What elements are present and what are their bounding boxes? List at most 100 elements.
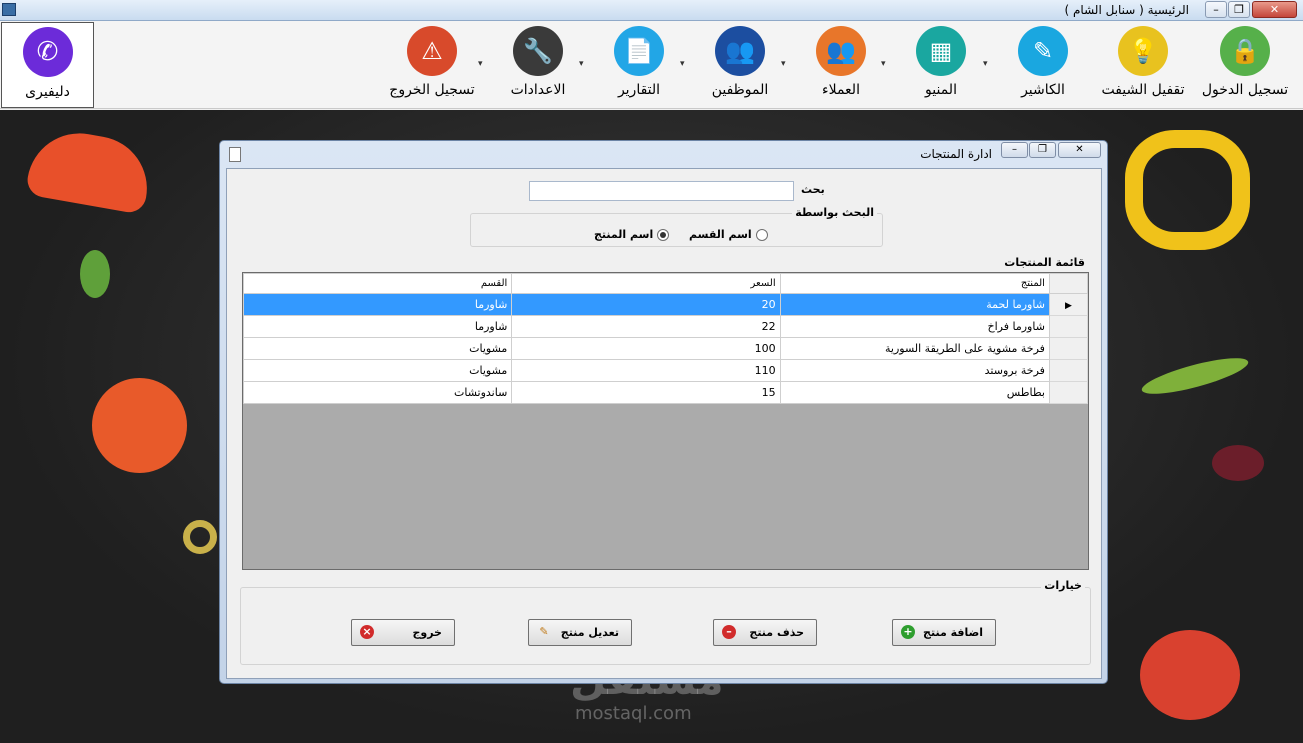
current-row-icon: ▶ [1065,301,1072,311]
ribbon-item-6[interactable]: 📄 التقارير [589,24,689,104]
table-row[interactable]: ساندوتشات 15 بطاطس [242,381,1089,404]
tomato-slice-decoration [24,125,156,215]
olive-decoration [1212,445,1264,481]
dialog-title: ادارة المنتجات [920,147,992,161]
add-product-label: اضافة منتج [923,626,983,639]
cell-category[interactable]: مشويات [242,359,513,382]
cell-price[interactable]: 100 [511,337,781,360]
ribbon-item-label: تسجيل الدخول [1201,82,1289,98]
row-header[interactable] [1048,381,1089,404]
ribbon-item-label: الكاشير [1021,82,1065,98]
olive-ring-decoration [183,520,217,554]
radio-category-label: اسم القسم [689,228,752,241]
cashier-icon: ✎ [1018,26,1068,76]
cell-product[interactable]: فرخة بروستد [779,359,1050,382]
delivery-button[interactable]: ✆ دليفيرى [1,22,94,108]
plus-icon: + [901,625,915,639]
document-icon [229,147,241,162]
products-grid[interactable]: القسم السعر المنتج شاورما 20 شاورما لحمة ▶ ش… [242,272,1089,570]
ribbon-item-7[interactable]: 🔧 الاعدادات [488,24,588,104]
ribbon-item-label: الاعدادات [510,82,566,98]
cell-category[interactable]: شاورما [242,293,513,316]
warning-icon: ⚠ [407,26,457,76]
row-header-corner [1048,273,1089,294]
window-title: الرئيسية ( سنابل الشام ) [1064,3,1190,17]
delete-product-button[interactable]: – حذف منتج [713,619,817,646]
ribbon-item-label: الموظفين [711,82,769,98]
cell-product[interactable]: فرخة مشوية على الطريقة السورية [779,337,1050,360]
pepper-ring-decoration [1125,130,1250,250]
row-header[interactable] [1048,337,1089,360]
products-dialog: ادارة المنتجات – ❐ ✕ بحث البحث بواسطة اس… [219,140,1108,684]
cell-price[interactable]: 15 [511,381,781,404]
exit-button[interactable]: × خروج [351,619,455,646]
main-toolbar: 🔒 تسجيل الدخول 💡 تقفيل الشيفت ✎ الكاشير ▾ ▦ المن… [0,21,1303,109]
ribbon-item-8[interactable]: ⚠ تسجيل الخروج [382,24,482,104]
grid-icon: ▦ [916,26,966,76]
minimize-button[interactable]: – [1205,1,1227,18]
maximize-button[interactable]: ❐ [1228,1,1250,18]
employees-icon: 👥 [715,26,765,76]
close-button[interactable]: ✕ [1252,1,1297,18]
cell-product[interactable]: شاورما فراخ [779,315,1050,338]
search-label: بحث [801,183,825,196]
ribbon-item-2[interactable]: ✎ الكاشير [993,24,1093,104]
app-icon [2,3,16,16]
options-title: خيارات [1041,579,1085,592]
ribbon-item-0[interactable]: 🔒 تسجيل الدخول [1195,24,1295,104]
salami-decoration [1140,630,1240,720]
row-header[interactable] [1048,315,1089,338]
close-circle-icon: × [360,625,374,639]
table-row[interactable]: شاورما 22 شاورما فراخ [242,315,1089,338]
cell-product[interactable]: شاورما لحمة [779,293,1050,316]
edit-product-button[interactable]: ✎ تعديل منتج [528,619,632,646]
ribbon-item-label: المنيو [925,82,957,98]
cell-category[interactable]: ساندوتشات [242,381,513,404]
ribbon-item-4[interactable]: 👥 العملاء [791,24,891,104]
cell-price[interactable]: 20 [511,293,781,316]
search-by-title: البحث بواسطة [792,206,877,219]
row-header[interactable]: ▶ [1048,293,1089,316]
radio-product[interactable]: اسم المنتج [594,228,670,241]
row-header[interactable] [1048,359,1089,382]
radio-category[interactable]: اسم القسم [689,228,768,241]
cell-category[interactable]: شاورما [242,315,513,338]
table-row[interactable]: مشويات 100 فرخة مشوية على الطريقة السورية [242,337,1089,360]
ribbon-item-3[interactable]: ▦ المنيو [891,24,991,104]
add-product-button[interactable]: + اضافة منتج [892,619,996,646]
minus-icon: – [722,625,736,639]
cell-category[interactable]: مشويات [242,337,513,360]
ribbon-item-5[interactable]: 👥 الموظفين [690,24,790,104]
ribbon-item-label: تسجيل الخروج [389,82,475,98]
delete-product-label: حذف منتج [749,626,804,639]
table-row[interactable]: مشويات 110 فرخة بروستد [242,359,1089,382]
pencil-icon: ✎ [539,625,549,638]
radio-product-dot[interactable] [657,228,670,241]
basil-decoration [80,250,110,298]
column-header-product[interactable]: المنتج [779,273,1050,294]
delivery-label: دليفيرى [25,84,70,100]
grid-header-row: القسم السعر المنتج [242,273,1089,294]
dialog-maximize-button[interactable]: ❐ [1029,142,1056,158]
radio-product-label: اسم المنتج [594,228,654,241]
ribbon-item-1[interactable]: 💡 تقفيل الشيفت [1093,24,1193,104]
radio-category-dot[interactable] [755,228,768,241]
dialog-close-button[interactable]: ✕ [1058,142,1101,158]
column-header-price[interactable]: السعر [511,273,781,294]
cell-price[interactable]: 110 [511,359,781,382]
search-by-group: البحث بواسطة اسم القسم اسم المنتج [470,206,883,247]
leaf-decoration [1139,351,1251,401]
watermark-url: mostaql.com [575,703,692,724]
column-header-category[interactable]: القسم [242,273,513,294]
cell-product[interactable]: بطاطس [779,381,1050,404]
cell-price[interactable]: 22 [511,315,781,338]
table-row[interactable]: شاورما 20 شاورما لحمة ▶ [242,293,1089,316]
search-input[interactable] [529,181,794,201]
wrench-icon: 🔧 [513,26,563,76]
phone-icon: ✆ [22,27,73,77]
ribbon-item-label: تقفيل الشيفت [1101,82,1185,98]
ribbon-item-label: التقارير [617,82,661,98]
dialog-minimize-button[interactable]: – [1001,142,1028,158]
lightbulb-icon: 💡 [1118,26,1168,76]
tomato-decoration [92,378,187,473]
